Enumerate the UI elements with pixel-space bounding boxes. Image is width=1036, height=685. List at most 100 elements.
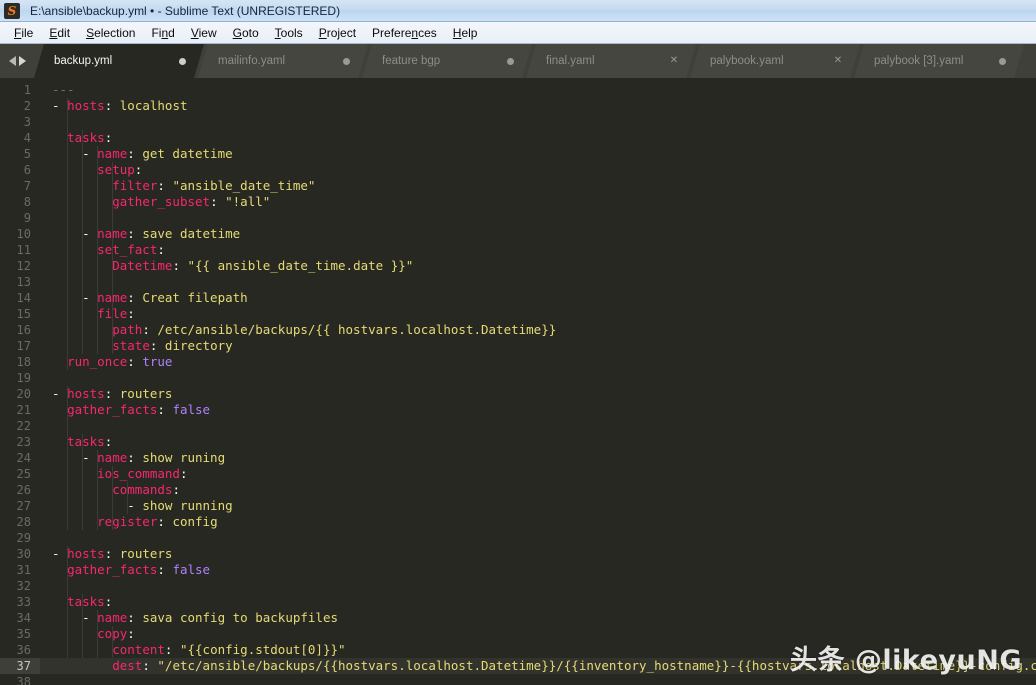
- line-text[interactable]: ios_command:: [40, 466, 1036, 482]
- line-text[interactable]: copy:: [40, 626, 1036, 642]
- line-text[interactable]: gather_facts: false: [40, 562, 1036, 578]
- close-x-icon[interactable]: [668, 55, 680, 67]
- unsaved-dot-icon[interactable]: [504, 55, 516, 67]
- line-text[interactable]: filter: "ansible_date_time": [40, 178, 1036, 194]
- line-text[interactable]: - hosts: routers: [40, 546, 1036, 562]
- line-text[interactable]: - name: show runing: [40, 450, 1036, 466]
- line-text[interactable]: - name: Creat filepath: [40, 290, 1036, 306]
- menu-selection[interactable]: Selection: [78, 24, 143, 42]
- code-line[interactable]: 6 setup:: [0, 162, 1036, 178]
- line-text[interactable]: [40, 530, 1036, 546]
- code-content[interactable]: 1 --- 2- hosts: localhost 3 4 tasks: 5 - name…: [0, 78, 1036, 685]
- code-line[interactable]: 22: [0, 418, 1036, 434]
- code-line[interactable]: 20 - hosts: routers: [0, 386, 1036, 402]
- code-line[interactable]: 23 tasks:: [0, 434, 1036, 450]
- arrow-right-icon[interactable]: [18, 56, 26, 66]
- code-line[interactable]: 2 - hosts: localhost: [0, 98, 1036, 114]
- menu-goto[interactable]: Goto: [225, 24, 267, 42]
- menu-help[interactable]: Help: [445, 24, 486, 42]
- code-line[interactable]: 26 commands:: [0, 482, 1036, 498]
- line-text[interactable]: [40, 674, 1036, 685]
- line-text[interactable]: - name: sava config to backupfiles: [40, 610, 1036, 626]
- line-text[interactable]: Datetime: "{{ ansible_date_time.date }}": [40, 258, 1036, 274]
- line-text[interactable]: - name: get datetime: [40, 146, 1036, 162]
- line-text[interactable]: [40, 274, 1036, 290]
- code-line[interactable]: 34 - name: sava config to backupfiles: [0, 610, 1036, 626]
- menu-tools[interactable]: Tools: [267, 24, 311, 42]
- line-text[interactable]: - hosts: localhost: [40, 98, 1036, 114]
- code-line[interactable]: 15 file:: [0, 306, 1036, 322]
- code-line[interactable]: 24 - name: show runing: [0, 450, 1036, 466]
- line-text[interactable]: gather_facts: false: [40, 402, 1036, 418]
- code-line[interactable]: 35 copy:: [0, 626, 1036, 642]
- code-line[interactable]: 5 - name: get datetime: [0, 146, 1036, 162]
- code-line[interactable]: 16 path: /etc/ansible/backups/{{ hostvar…: [0, 322, 1036, 338]
- code-line[interactable]: 10 - name: save datetime: [0, 226, 1036, 242]
- menu-file[interactable]: File: [6, 24, 41, 42]
- code-line[interactable]: 3: [0, 114, 1036, 130]
- tab-feature-bgp[interactable]: feature bgp: [362, 44, 532, 78]
- code-line[interactable]: 8 gather_subset: "!all": [0, 194, 1036, 210]
- line-text[interactable]: [40, 418, 1036, 434]
- close-x-icon[interactable]: [832, 55, 844, 67]
- menu-edit[interactable]: Edit: [41, 24, 78, 42]
- line-text[interactable]: - show running: [40, 498, 1036, 514]
- code-line[interactable]: 28 register: config: [0, 514, 1036, 530]
- unsaved-dot-icon[interactable]: [176, 55, 188, 67]
- code-line[interactable]: 18 run_once: true: [0, 354, 1036, 370]
- editor-pane[interactable]: 1 --- 2- hosts: localhost 3 4 tasks: 5 - name…: [0, 78, 1036, 685]
- code-line[interactable]: 19: [0, 370, 1036, 386]
- code-line[interactable]: 9: [0, 210, 1036, 226]
- code-line[interactable]: 12 Datetime: "{{ ansible_date_time.date …: [0, 258, 1036, 274]
- tab-backup-yml[interactable]: backup.yml: [34, 44, 204, 78]
- code-line[interactable]: 27 - show running: [0, 498, 1036, 514]
- line-text[interactable]: commands:: [40, 482, 1036, 498]
- menu-preferences[interactable]: Preferences: [364, 24, 445, 42]
- line-text[interactable]: [40, 370, 1036, 386]
- code-line[interactable]: 21 gather_facts: false: [0, 402, 1036, 418]
- code-line[interactable]: 13: [0, 274, 1036, 290]
- line-text[interactable]: tasks:: [40, 594, 1036, 610]
- line-text[interactable]: tasks:: [40, 130, 1036, 146]
- line-text[interactable]: - name: save datetime: [40, 226, 1036, 242]
- tab-navigation[interactable]: [0, 44, 34, 78]
- line-text[interactable]: run_once: true: [40, 354, 1036, 370]
- line-text[interactable]: [40, 578, 1036, 594]
- line-text[interactable]: [40, 114, 1036, 130]
- code-line[interactable]: 33 tasks:: [0, 594, 1036, 610]
- tab-palybook-3-yaml[interactable]: palybook [3].yaml: [854, 44, 1024, 78]
- line-text[interactable]: setup:: [40, 162, 1036, 178]
- code-line[interactable]: 17 state: directory: [0, 338, 1036, 354]
- code-line[interactable]: 25 ios_command:: [0, 466, 1036, 482]
- arrow-left-icon[interactable]: [8, 56, 16, 66]
- code-line[interactable]: 32: [0, 578, 1036, 594]
- line-text[interactable]: register: config: [40, 514, 1036, 530]
- code-line[interactable]: 31 gather_facts: false: [0, 562, 1036, 578]
- tab-final-yaml[interactable]: final.yaml: [526, 44, 696, 78]
- line-text[interactable]: [40, 210, 1036, 226]
- line-text[interactable]: gather_subset: "!all": [40, 194, 1036, 210]
- line-text[interactable]: tasks:: [40, 434, 1036, 450]
- code-line[interactable]: 11 set_fact:: [0, 242, 1036, 258]
- code-line[interactable]: 36 content: "{{config.stdout[0]}}": [0, 642, 1036, 658]
- code-line[interactable]: 37 dest: "/etc/ansible/backups/{{hostvar…: [0, 658, 1036, 674]
- code-line[interactable]: 38: [0, 674, 1036, 685]
- line-text[interactable]: - hosts: routers: [40, 386, 1036, 402]
- line-text[interactable]: state: directory: [40, 338, 1036, 354]
- unsaved-dot-icon[interactable]: [340, 55, 352, 67]
- tab-mailinfo-yaml[interactable]: mailinfo.yaml: [198, 44, 368, 78]
- menu-find[interactable]: Find: [143, 24, 182, 42]
- tab-palybook-yaml[interactable]: palybook.yaml: [690, 44, 860, 78]
- line-text[interactable]: content: "{{config.stdout[0]}}": [40, 642, 1036, 658]
- line-text[interactable]: set_fact:: [40, 242, 1036, 258]
- line-text[interactable]: path: /etc/ansible/backups/{{ hostvars.l…: [40, 322, 1036, 338]
- line-text[interactable]: dest: "/etc/ansible/backups/{{hostvars.l…: [40, 658, 1036, 674]
- code-line[interactable]: 4 tasks:: [0, 130, 1036, 146]
- code-line[interactable]: 29: [0, 530, 1036, 546]
- code-line[interactable]: 1 ---: [0, 82, 1036, 98]
- code-line[interactable]: 14 - name: Creat filepath: [0, 290, 1036, 306]
- unsaved-dot-icon[interactable]: [996, 55, 1008, 67]
- code-line[interactable]: 30 - hosts: routers: [0, 546, 1036, 562]
- line-text[interactable]: ---: [40, 82, 1036, 98]
- code-line[interactable]: 7 filter: "ansible_date_time": [0, 178, 1036, 194]
